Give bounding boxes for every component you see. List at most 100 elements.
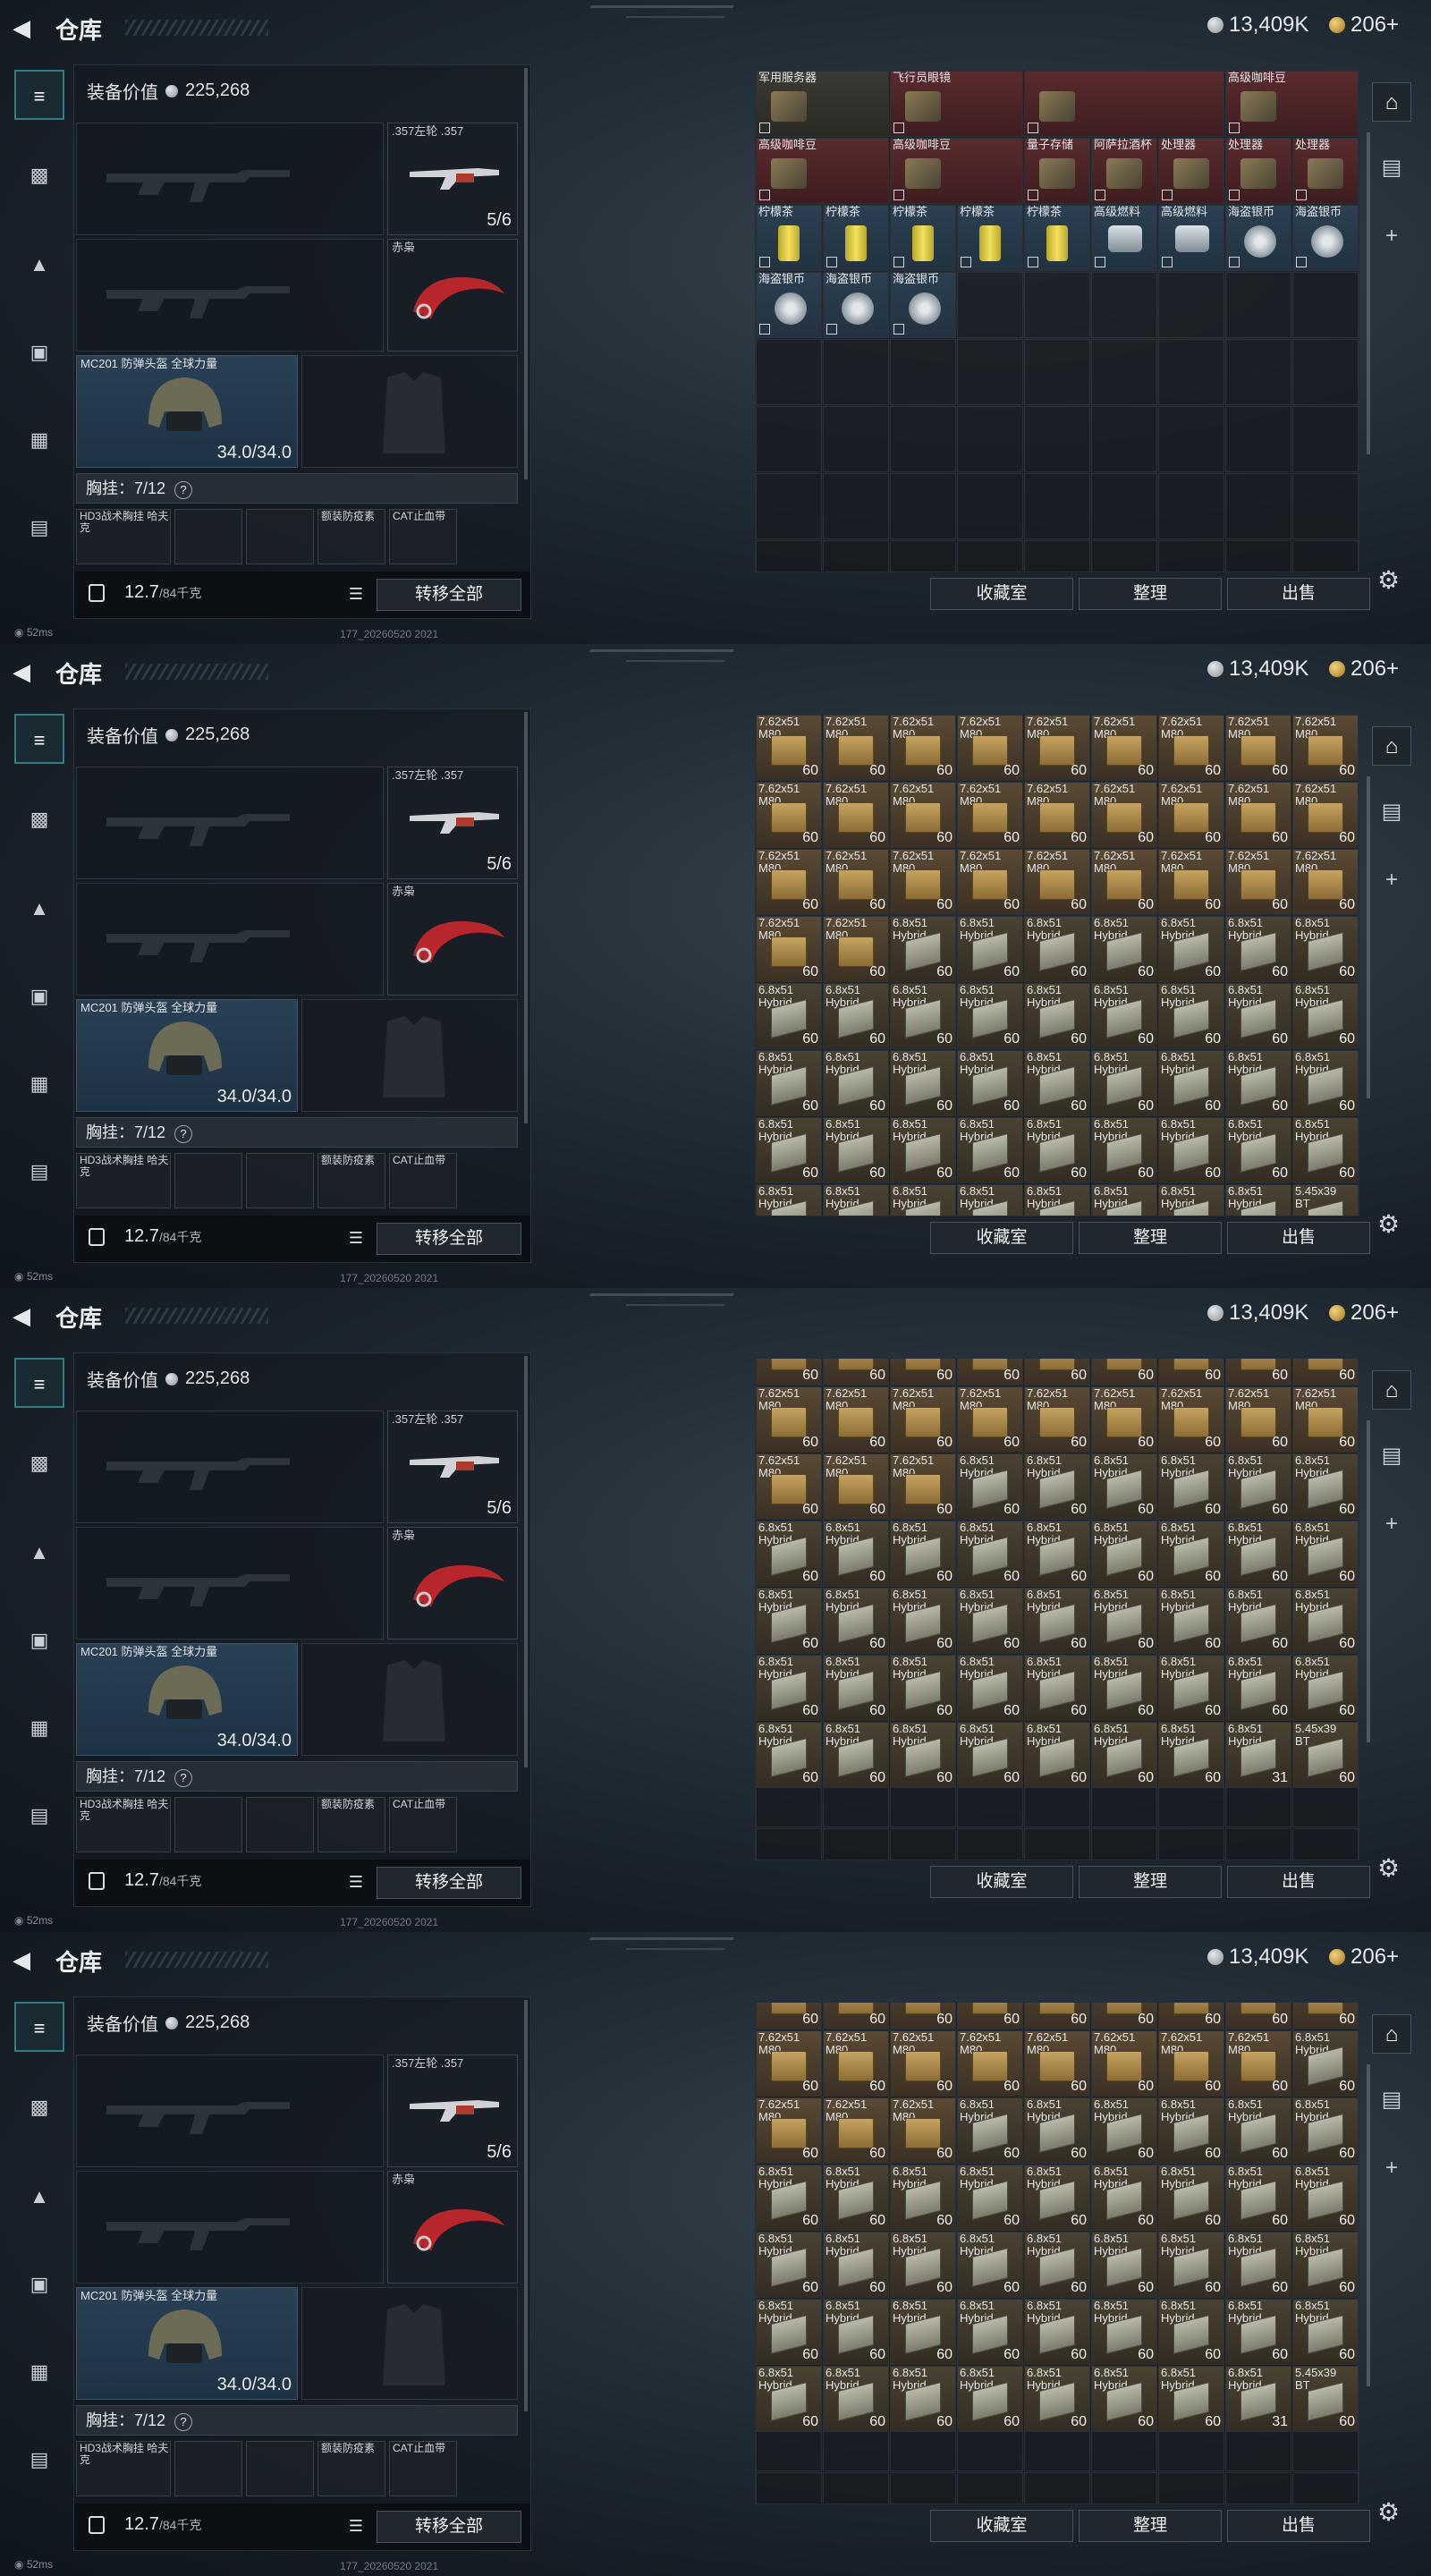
stash-item[interactable]: 处理器: [1158, 138, 1224, 204]
revolver-slot[interactable]: .357左轮 .357 5/6: [387, 767, 518, 879]
ammo-stack[interactable]: 6.8x51Hybrid60: [823, 2366, 889, 2432]
empty-grid-cell[interactable]: [890, 473, 956, 539]
ammo-stack[interactable]: 6.8x51Hybrid60: [823, 983, 889, 1049]
empty-grid-cell[interactable]: [823, 339, 889, 405]
stash-item[interactable]: 高级咖啡豆: [756, 138, 889, 204]
empty-grid-cell[interactable]: [1024, 473, 1090, 539]
empty-grid-cell[interactable]: [756, 540, 822, 572]
empty-grid-cell[interactable]: [1292, 473, 1359, 539]
gold-currency[interactable]: 206+: [1329, 1301, 1399, 1326]
toolbox-tab-icon[interactable]: ▤: [14, 1147, 64, 1197]
stash-item[interactable]: 军用服务器: [756, 71, 889, 137]
storage-tab-icon[interactable]: ▤: [1372, 1436, 1411, 1476]
stash-item[interactable]: 柠檬茶: [1024, 205, 1090, 271]
stash-item[interactable]: 处理器: [1292, 138, 1359, 204]
ammo-stack[interactable]: 6.8x51Hybrid60: [890, 1117, 956, 1183]
gear-icon[interactable]: ⚙: [1377, 1209, 1400, 1239]
ammo-stack[interactable]: 6.8x51Hybrid60: [1292, 2299, 1359, 2365]
back-icon[interactable]: ◀: [13, 658, 39, 685]
ammo-stack[interactable]: 7.62x51M8060: [823, 2030, 889, 2097]
ammo-stack[interactable]: 6.8x51Hybrid60: [756, 1050, 822, 1116]
ammo-stack[interactable]: 7.62x51M8060: [1024, 2030, 1090, 2097]
empty-grid-cell[interactable]: [1292, 406, 1359, 472]
ammo-stack[interactable]: 6.8x51Hybrid60: [957, 2366, 1023, 2432]
stash-item[interactable]: 柠檬茶: [823, 205, 889, 271]
ammo-stack[interactable]: 7.62x51M8060: [890, 1386, 956, 1453]
revolver-slot[interactable]: .357左轮 .357 5/6: [387, 123, 518, 235]
ammo-stack[interactable]: 7.62x51M8060: [823, 1359, 889, 1385]
ammo-stack[interactable]: 6.8x51Hybrid60: [1292, 1117, 1359, 1183]
weapon-tab-icon[interactable]: ≡: [14, 1358, 64, 1408]
empty-grid-cell[interactable]: [1225, 2472, 1291, 2504]
ammo-stack[interactable]: 7.62x51M8060: [1158, 2003, 1224, 2029]
toolbox-tab-icon[interactable]: ▤: [14, 2435, 64, 2485]
ammo-stack[interactable]: 6.8x51Hybrid60: [957, 1655, 1023, 1721]
ammo-stack[interactable]: 6.8x51Hybrid60: [1292, 1453, 1359, 1520]
pouch-slot[interactable]: CAT止血带: [389, 1153, 457, 1208]
empty-grid-cell[interactable]: [756, 1828, 822, 1860]
empty-grid-cell[interactable]: [890, 2472, 956, 2504]
ammo-stack[interactable]: 6.8x51Hybrid60: [756, 1184, 822, 1216]
ammo-stack[interactable]: 6.8x51Hybrid60: [957, 2299, 1023, 2365]
stash-item[interactable]: 柠檬茶: [890, 205, 956, 271]
sort-button[interactable]: 整理: [1079, 578, 1222, 610]
ammo-stack[interactable]: 7.62x51M8060: [890, 2097, 956, 2164]
empty-grid-cell[interactable]: [1024, 540, 1090, 572]
ammo-stack[interactable]: 6.8x51Hybrid60: [957, 1588, 1023, 1654]
equipment-scrollbar[interactable]: [524, 68, 528, 479]
stash-item[interactable]: 高级燃料: [1158, 205, 1224, 271]
empty-grid-cell[interactable]: [1024, 2472, 1090, 2504]
stash-item[interactable]: 飞行员眼镜: [890, 71, 1023, 137]
ammo-stack[interactable]: 7.62x51M8060: [1024, 2003, 1090, 2029]
empty-grid-cell[interactable]: [890, 540, 956, 572]
ammo-stack[interactable]: 7.62x51M8060: [1024, 1386, 1090, 1453]
chest-rig-bar[interactable]: 胸挂：7/12?: [76, 1117, 518, 1148]
stash-item[interactable]: 海盗银币: [890, 272, 956, 338]
case-tab-icon[interactable]: ▦: [14, 2347, 64, 2397]
weapon-tab-icon[interactable]: ≡: [14, 70, 64, 120]
ammo-stack[interactable]: 6.8x51Hybrid60: [1292, 1521, 1359, 1587]
ammo-stack[interactable]: 6.8x51Hybrid60: [1091, 1117, 1157, 1183]
empty-grid-cell[interactable]: [1091, 406, 1157, 472]
ammo-stack[interactable]: 6.8x51Hybrid60: [1158, 2097, 1224, 2164]
ammo-stack[interactable]: 6.8x51Hybrid60: [1158, 1050, 1224, 1116]
sort-button[interactable]: 整理: [1079, 1866, 1222, 1898]
equipment-scrollbar[interactable]: [524, 1356, 528, 1767]
empty-grid-cell[interactable]: [1158, 540, 1224, 572]
ammo-stack[interactable]: 6.8x51Hybrid60: [1091, 916, 1157, 982]
ammo-stack[interactable]: 6.8x51Hybrid60: [1091, 1184, 1157, 1216]
transfer-all-button[interactable]: 转移全部: [377, 1223, 521, 1255]
ammo-stack[interactable]: 7.62x51M8060: [756, 849, 822, 915]
ammo-stack[interactable]: 6.8x51Hybrid60: [1091, 2232, 1157, 2298]
ammo-stack[interactable]: 7.62x51M8060: [1225, 2030, 1291, 2097]
list-icon[interactable]: ☰: [343, 1868, 369, 1895]
ammo-stack[interactable]: 6.8x51Hybrid60: [1158, 1184, 1224, 1216]
add-tab-icon[interactable]: +: [1372, 216, 1411, 256]
pouch-slot[interactable]: [174, 509, 242, 564]
empty-grid-cell[interactable]: [957, 540, 1023, 572]
sort-button[interactable]: 整理: [1079, 1222, 1222, 1254]
knife-slot[interactable]: 赤枭: [387, 239, 518, 352]
stash-item[interactable]: 阿萨拉酒杯: [1091, 138, 1157, 204]
ammo-stack[interactable]: 6.8x51Hybrid60: [1158, 2232, 1224, 2298]
pouch-slot[interactable]: [174, 1797, 242, 1852]
secondary-weapon-slot[interactable]: [76, 1527, 384, 1640]
ammo-stack[interactable]: 6.8x51Hybrid60: [1158, 983, 1224, 1049]
ammo-stack[interactable]: 7.62x51M8060: [1158, 782, 1224, 848]
ammo-stack[interactable]: 7.62x51M8060: [756, 2003, 822, 2029]
ammo-stack[interactable]: 7.62x51M8060: [756, 2030, 822, 2097]
ammo-stack[interactable]: 6.8x51Hybrid60: [1158, 1588, 1224, 1654]
gear-icon[interactable]: ⚙: [1377, 565, 1400, 595]
ammo-stack[interactable]: 6.8x51Hybrid60: [1024, 1453, 1090, 1520]
ammo-stack[interactable]: 7.62x51M8060: [1158, 1386, 1224, 1453]
empty-grid-cell[interactable]: [1292, 272, 1359, 338]
ammo-stack[interactable]: 6.8x51Hybrid60: [890, 916, 956, 982]
empty-grid-cell[interactable]: [1091, 2472, 1157, 2504]
ammo-stack[interactable]: 6.8x51Hybrid60: [1091, 2165, 1157, 2231]
ammo-stack[interactable]: 6.8x51Hybrid60: [890, 1588, 956, 1654]
sort-button[interactable]: 整理: [1079, 2510, 1222, 2542]
case-tab-icon[interactable]: ▦: [14, 1703, 64, 1753]
pouch-slot[interactable]: 额装防疫素: [318, 509, 385, 564]
vest-tab-icon[interactable]: ▲: [14, 240, 64, 290]
ammo-stack[interactable]: 6.8x51Hybrid60: [823, 1722, 889, 1788]
